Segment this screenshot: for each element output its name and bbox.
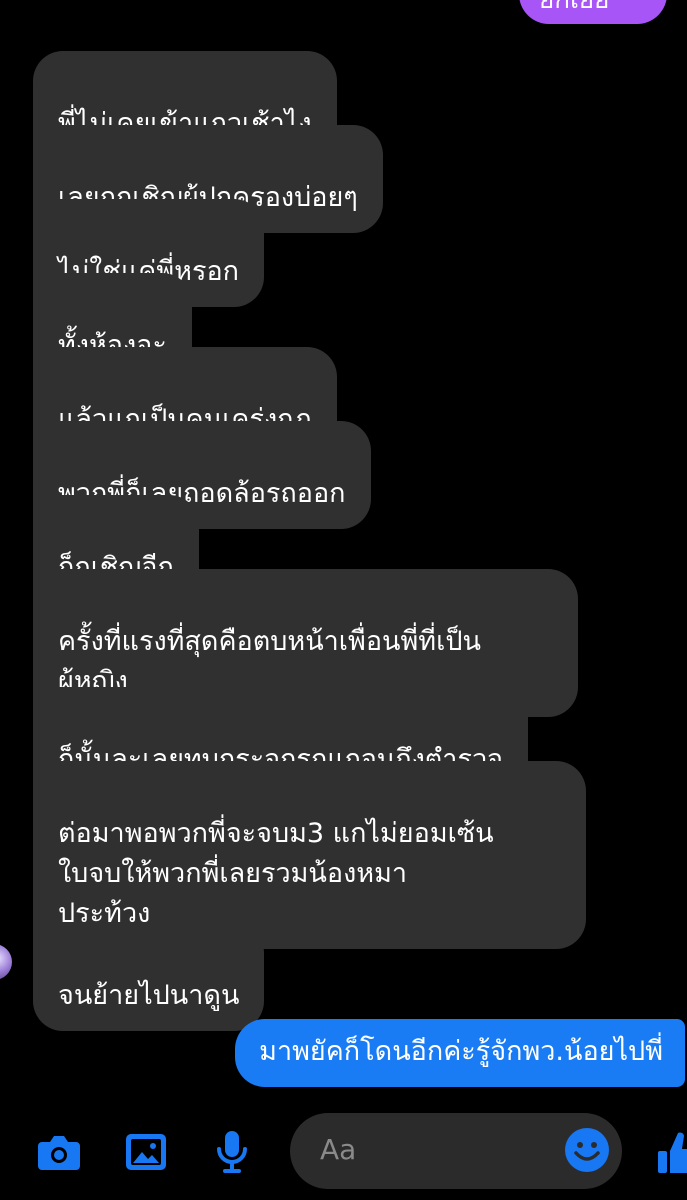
partial-sent-bubble[interactable]: ยกเยย	[519, 0, 667, 24]
message-text: จนย้ายไปนาดูน	[58, 980, 240, 1011]
sent-message[interactable]: มาพยัคก็โดนอีกค่ะรู้จักพว.น้อยไปพี่	[235, 1019, 685, 1087]
message-text: ต่อมาพอพวกพี่จะจบม3 แกไม่ยอมเซ้น ใบจบให้…	[58, 818, 494, 929]
partial-sent-text: ยกเยย	[539, 0, 610, 15]
composer-bar: Aa	[0, 1110, 687, 1190]
emoji-icon[interactable]	[564, 1127, 610, 1173]
image-icon[interactable]	[122, 1128, 170, 1176]
message-input-placeholder: Aa	[320, 1133, 357, 1166]
received-message[interactable]: ต่อมาพอพวกพี่จะจบม3 แกไม่ยอมเซ้น ใบจบให้…	[33, 761, 586, 949]
message-input[interactable]: Aa	[290, 1113, 622, 1189]
sender-avatar[interactable]	[0, 944, 12, 980]
microphone-icon[interactable]	[208, 1128, 256, 1176]
message-text: มาพยัคก็โดนอีกค่ะรู้จักพว.น้อยไปพี่	[259, 1036, 663, 1067]
camera-icon[interactable]	[35, 1128, 83, 1176]
received-message[interactable]: จนย้ายไปนาดูน	[33, 923, 265, 1031]
thumbs-up-icon[interactable]	[656, 1128, 687, 1176]
